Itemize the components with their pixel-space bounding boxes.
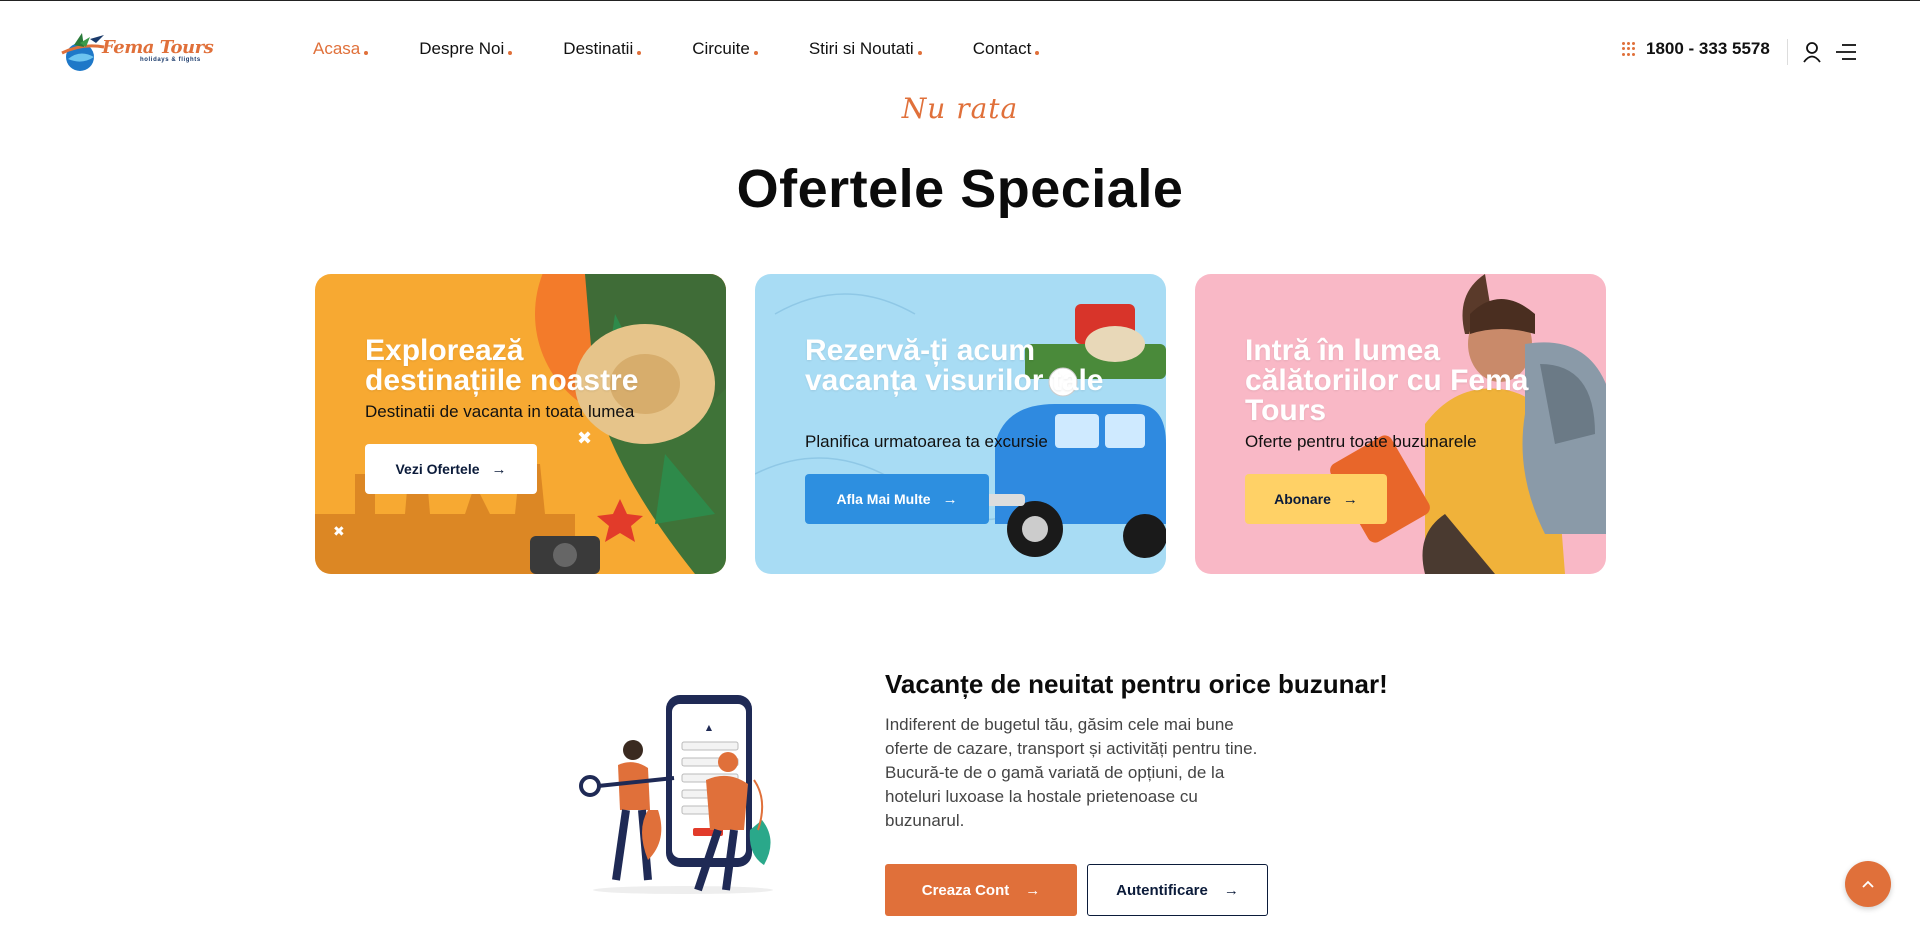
nav-item-acasa[interactable]: Acasa bbox=[313, 39, 369, 59]
nav-dot bbox=[637, 51, 642, 55]
offer-card-booking[interactable]: Rezervă-ți acum vacanța visurilor tale P… bbox=[755, 274, 1166, 574]
autentificare-button[interactable]: Autentificare → bbox=[1087, 864, 1268, 916]
brand-name: Fema Tours bbox=[102, 37, 214, 58]
nav-item-contact[interactable]: Contact bbox=[973, 39, 1040, 59]
scroll-to-top-button[interactable] bbox=[1845, 861, 1891, 907]
menu-icon[interactable] bbox=[1836, 43, 1856, 61]
button-label: Vezi Ofertele bbox=[395, 461, 480, 477]
nav-item-destinatii[interactable]: Destinatii bbox=[563, 39, 642, 59]
svg-text:✖: ✖ bbox=[577, 428, 592, 449]
phone-contact[interactable]: 1800 - 333 5578 bbox=[1622, 39, 1770, 59]
button-label: Autentificare bbox=[1116, 881, 1208, 899]
button-label: Creaza Cont bbox=[921, 881, 1010, 899]
chevron-up-icon bbox=[1862, 880, 1874, 888]
card-title: Explorează destinațiile noastre bbox=[365, 334, 639, 397]
user-icon[interactable] bbox=[1802, 41, 1822, 63]
button-label: Abonare bbox=[1274, 491, 1331, 507]
arrow-right-icon: → bbox=[491, 460, 507, 478]
card-title: Rezervă-ți acum vacanța visurilor tale bbox=[805, 334, 1104, 397]
card-subtitle: Destinatii de vacanta in toata lumea bbox=[365, 402, 635, 421]
arrow-right-icon: → bbox=[1223, 881, 1239, 899]
phone-number: 1800 - 333 5578 bbox=[1646, 39, 1770, 58]
offer-card-subscribe[interactable]: Intră în lumea călătoriilor cu Fema Tour… bbox=[1195, 274, 1606, 574]
svg-text:✖: ✖ bbox=[333, 524, 345, 540]
card-subtitle: Planifica urmatoarea ta excursie bbox=[805, 432, 1048, 451]
card-subtitle: Oferte pentru toate buzunarele bbox=[1245, 432, 1477, 451]
brand-logo[interactable]: Fema Tours holidays & flights bbox=[60, 29, 220, 75]
account-section-title: Vacanțe de neuitat pentru orice buzunar! bbox=[885, 669, 1388, 699]
dots-grid-icon bbox=[1622, 42, 1636, 56]
section-title: Ofertele Speciale bbox=[736, 159, 1184, 219]
nav-dot bbox=[917, 51, 922, 55]
nav-label: Despre Noi bbox=[419, 39, 505, 58]
arrow-right-icon: → bbox=[942, 490, 958, 508]
svg-text:▲: ▲ bbox=[706, 723, 713, 732]
header-divider bbox=[1787, 39, 1788, 65]
nav-dot bbox=[1035, 51, 1040, 55]
nav-label: Stiri si Noutati bbox=[808, 39, 914, 58]
brand-tagline: holidays & flights bbox=[140, 57, 201, 63]
button-label: Afla Mai Multe bbox=[836, 491, 931, 507]
vezi-ofertele-button[interactable]: Vezi Ofertele → bbox=[365, 444, 537, 494]
nav-label: Circuite bbox=[692, 39, 750, 58]
nav-item-stiri[interactable]: Stiri si Noutati bbox=[809, 39, 922, 59]
site-header: Fema Tours holidays & flights Acasa Desp… bbox=[0, 1, 1920, 99]
card-illustration-car bbox=[755, 293, 1166, 558]
nav-label: Acasa bbox=[313, 39, 361, 58]
creaza-cont-button[interactable]: Creaza Cont → bbox=[885, 864, 1077, 916]
nav-label: Destinatii bbox=[563, 39, 634, 58]
section-script-title: Nu rata bbox=[901, 92, 1019, 125]
nav-dot bbox=[364, 51, 369, 55]
nav-dot bbox=[508, 51, 513, 55]
nav-item-circuite[interactable]: Circuite bbox=[692, 39, 758, 59]
account-section-body: Indiferent de bugetul tău, găsim cele ma… bbox=[885, 715, 1258, 830]
abonare-button[interactable]: Abonare → bbox=[1245, 474, 1387, 524]
main-nav: Acasa Despre Noi Destinatii Circuite Sti… bbox=[313, 39, 1040, 59]
nav-item-despre-noi[interactable]: Despre Noi bbox=[419, 39, 513, 59]
offer-card-destinations[interactable]: ✖ ✖ Explorează destinațiile noastre Dest… bbox=[315, 274, 726, 574]
afla-mai-multe-button[interactable]: Afla Mai Multe → bbox=[805, 474, 989, 524]
arrow-right-icon: → bbox=[1342, 490, 1358, 508]
nav-dot bbox=[753, 51, 758, 55]
card-title: Intră în lumea călătoriilor cu Fema Tour… bbox=[1245, 334, 1529, 427]
signup-illustration: ▲ bbox=[579, 695, 773, 894]
arrow-right-icon: → bbox=[1025, 881, 1041, 899]
nav-label: Contact bbox=[972, 39, 1032, 58]
card-illustration-beach: ✖ ✖ bbox=[315, 274, 726, 574]
